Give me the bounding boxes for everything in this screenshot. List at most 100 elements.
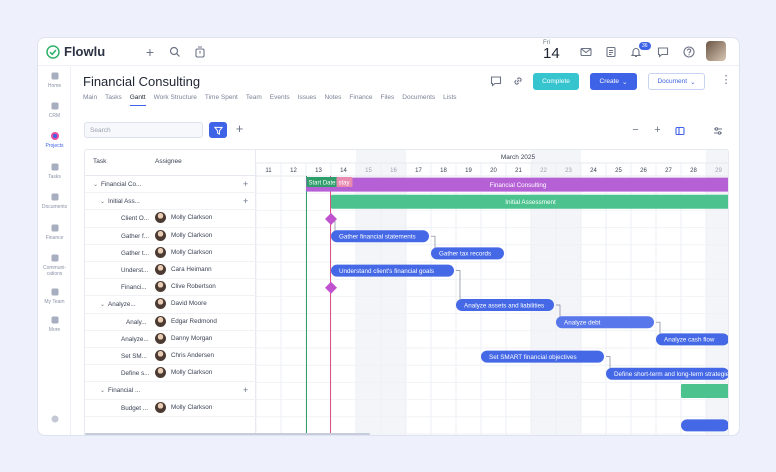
columns-icon[interactable] (674, 125, 685, 136)
assignee-avatar (155, 229, 166, 241)
assignee[interactable]: Clive Robertson (155, 281, 216, 293)
sidebar-item-crm[interactable]: CRM (38, 101, 71, 119)
sidebar-item-home[interactable]: Home (38, 71, 71, 89)
filter-button[interactable] (209, 122, 227, 138)
assignee[interactable]: Cara Heimann (155, 264, 212, 275)
sidebar-item-more[interactable]: More (38, 315, 71, 333)
task-name[interactable]: Analyze... (121, 336, 149, 343)
chevron-down-icon[interactable]: ⌄ (100, 387, 105, 394)
mail-icon[interactable] (579, 45, 593, 59)
sidebar-item-finance[interactable]: Finance (38, 223, 71, 241)
sidebar-item-communi-cations[interactable]: Communi-cations (38, 253, 71, 277)
zoom-in-icon[interactable]: + (652, 125, 663, 136)
day-label: 26 (640, 168, 647, 174)
task-row[interactable]: ⌄ Initial Ass... + (85, 193, 256, 211)
task-name[interactable]: Define s... (121, 370, 149, 377)
task-name[interactable]: Gather f... (121, 233, 149, 240)
tab-notes[interactable]: Notes (324, 94, 341, 106)
create-button[interactable]: Create ⌄ (590, 73, 637, 90)
comment-icon[interactable] (490, 75, 502, 87)
task-name[interactable]: Client O... (121, 215, 149, 222)
tab-main[interactable]: Main (83, 94, 97, 106)
timer-icon[interactable] (193, 45, 207, 59)
task-bar[interactable] (681, 419, 729, 432)
sliders-icon[interactable] (712, 125, 723, 136)
task-name[interactable]: Underst... (121, 267, 148, 274)
task-row[interactable]: Gather f... Molly Clarkson (85, 228, 256, 245)
task-name[interactable]: Set SM... (121, 353, 147, 360)
date-widget[interactable]: Fri 14 (543, 40, 560, 61)
task-row[interactable]: Client O... Molly Clarkson (85, 210, 256, 228)
task-row[interactable]: Define s... Molly Clarkson (85, 365, 256, 383)
chevron-down-icon[interactable]: ⌄ (93, 181, 98, 188)
task-name[interactable]: Analy... (126, 319, 147, 326)
task-row[interactable]: ⌄ Analyze... David Moore (85, 296, 256, 314)
summary-bar[interactable] (681, 384, 729, 398)
assignee[interactable]: Molly Clarkson (155, 229, 212, 241)
task-row[interactable]: ⌄ Financial Co... + (85, 176, 256, 194)
sidebar-extra-icon[interactable] (38, 414, 71, 426)
task-name[interactable]: Analyze... (108, 301, 136, 308)
tab-lists[interactable]: Lists (443, 94, 456, 106)
assignee[interactable]: Molly Clarkson (155, 401, 212, 413)
tab-files[interactable]: Files (381, 94, 395, 106)
tab-team[interactable]: Team (246, 94, 262, 106)
task-name[interactable]: Gather t... (121, 250, 149, 257)
task-name[interactable]: Initial Ass... (108, 198, 140, 205)
add-icon[interactable]: + (143, 44, 157, 60)
task-name[interactable]: Financial ... (108, 387, 140, 394)
tab-documents[interactable]: Documents (402, 94, 435, 106)
day-label: 13 (315, 168, 322, 174)
milestone-marker[interactable] (325, 281, 337, 294)
sidebar-item-my-team[interactable]: My Team (38, 287, 71, 305)
task-name[interactable]: Budget ... (121, 405, 148, 412)
horizontal-scrollbar[interactable] (85, 433, 370, 435)
sidebar-item-projects[interactable]: Projects (38, 131, 71, 149)
assignee[interactable]: Molly Clarkson (155, 212, 212, 224)
task-row[interactable]: Set SM... Chris Andersen (85, 348, 256, 366)
assignee[interactable]: David Moore (155, 298, 207, 310)
add-subtask-icon[interactable]: + (243, 196, 248, 206)
task-row[interactable]: Financi... Clive Robertson (85, 279, 256, 297)
assignee[interactable]: Edgar Redmond (155, 315, 217, 327)
add-subtask-icon[interactable]: + (243, 179, 248, 189)
task-row[interactable]: Analyze... Danny Morgan (85, 331, 256, 348)
app-logo[interactable]: Flowlu (46, 44, 105, 59)
assignee[interactable]: Chris Andersen (155, 350, 214, 361)
assignee[interactable]: Molly Clarkson (155, 246, 212, 258)
assignee[interactable]: Danny Morgan (155, 332, 212, 344)
search-input[interactable]: Search (84, 122, 203, 138)
task-row[interactable] (85, 417, 256, 434)
tab-gantt[interactable]: Gantt (129, 94, 146, 106)
chat-icon[interactable] (656, 45, 670, 59)
search-icon[interactable] (168, 45, 182, 59)
assignee[interactable]: Molly Clarkson (155, 367, 212, 379)
task-row[interactable]: Budget ... Molly Clarkson (85, 400, 256, 417)
sidebar-item-documents[interactable]: Documents (38, 192, 71, 210)
tab-tasks[interactable]: Tasks (105, 94, 122, 106)
chevron-down-icon[interactable]: ⌄ (100, 198, 105, 205)
help-icon[interactable] (682, 45, 696, 59)
tab-time-spent[interactable]: Time Spent (205, 94, 238, 106)
zoom-out-icon[interactable]: − (630, 125, 641, 136)
complete-button[interactable]: Complete (533, 73, 579, 90)
link-icon[interactable] (512, 75, 524, 87)
document-button[interactable]: Document ⌄ (648, 73, 705, 90)
add-subtask-icon[interactable]: + (243, 385, 248, 395)
tab-work-structure[interactable]: Work Structure (154, 94, 197, 106)
user-avatar[interactable] (706, 41, 726, 61)
notes-icon[interactable] (604, 45, 618, 59)
task-row[interactable]: Underst... Cara Heimann (85, 262, 256, 280)
tab-issues[interactable]: Issues (298, 94, 317, 106)
task-row[interactable]: ⌄ Financial ... + (85, 382, 256, 400)
task-name[interactable]: Financial Co... (101, 181, 141, 188)
chevron-down-icon[interactable]: ⌄ (100, 301, 105, 308)
task-row[interactable]: Analy... Edgar Redmond (85, 314, 256, 331)
task-row[interactable]: Gather t... Molly Clarkson (85, 245, 256, 262)
more-vertical-icon[interactable]: ⋮ (720, 75, 732, 87)
add-icon[interactable]: + (234, 122, 245, 135)
task-name[interactable]: Financi... (121, 284, 147, 291)
sidebar-item-tasks[interactable]: Tasks (38, 162, 71, 180)
tab-events[interactable]: Events (270, 94, 290, 106)
tab-finance[interactable]: Finance (349, 94, 372, 106)
